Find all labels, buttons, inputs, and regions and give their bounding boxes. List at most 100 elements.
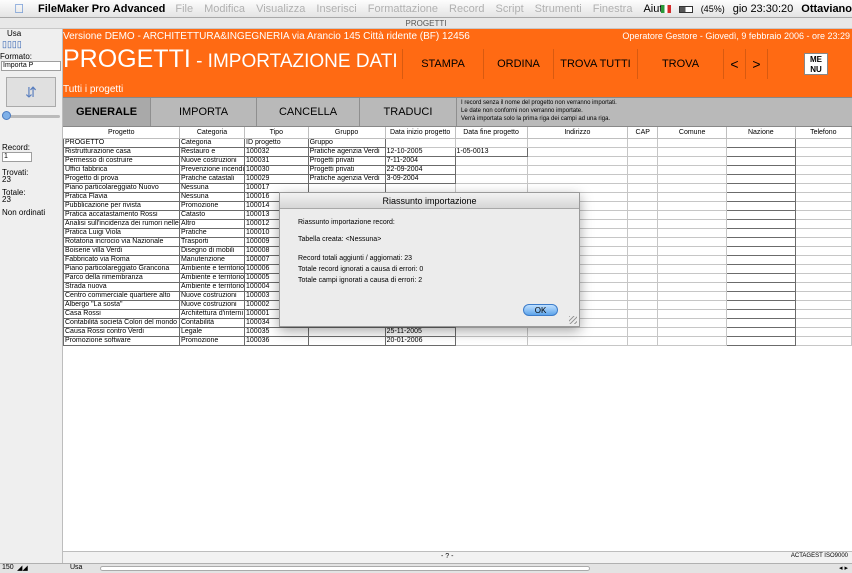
ordina-button[interactable]: ORDINA	[484, 49, 554, 79]
table-cell[interactable]	[657, 300, 727, 310]
table-cell[interactable]: Piano particolareggiato Nuovo	[63, 182, 180, 193]
records-table-area[interactable]: Progetto Categoria Tipo Gruppo Data inizio p…	[63, 127, 852, 551]
table-cell[interactable]: Prevenzione incendi	[178, 164, 246, 175]
table-cell[interactable]	[726, 137, 796, 148]
table-cell[interactable]: 1-05-0013	[454, 146, 528, 157]
table-cell[interactable]	[627, 318, 659, 328]
table-cell[interactable]: Ambiente e territorio	[178, 281, 246, 292]
table-cell[interactable]	[627, 255, 659, 265]
table-cell[interactable]	[657, 264, 727, 274]
table-cell[interactable]	[795, 291, 852, 301]
table-cell[interactable]	[385, 138, 456, 148]
column-header[interactable]: Gruppo	[308, 127, 386, 139]
table-cell[interactable]: Uffici fabbrica	[63, 164, 180, 175]
table-cell[interactable]	[657, 291, 727, 301]
table-row[interactable]: Causa Rossi contro Verdi Legale 100035 25-1…	[63, 326, 852, 337]
table-cell[interactable]	[795, 201, 852, 211]
table-cell[interactable]: 20-01-2006	[384, 335, 456, 346]
table-cell[interactable]: Progetti privati	[307, 164, 386, 175]
table-cell[interactable]	[627, 183, 659, 193]
zoom-icon[interactable]: ◢◢	[17, 564, 28, 572]
table-cell[interactable]: Promozione	[178, 200, 246, 211]
table-cell[interactable]: 7-11-2004	[384, 155, 456, 166]
table-cell[interactable]	[627, 165, 659, 175]
table-cell[interactable]: Pratiche catastali	[178, 173, 246, 184]
table-cell[interactable]: Altro	[178, 218, 246, 229]
table-cell[interactable]: Ristrutturazione casa	[63, 146, 180, 157]
table-cell[interactable]	[657, 210, 727, 220]
clock[interactable]: gio 23:30:20	[733, 3, 794, 15]
table-cell[interactable]: 100030	[244, 164, 309, 175]
table-cell[interactable]: 22-09-2004	[384, 164, 456, 175]
table-cell[interactable]: Promozione software	[63, 335, 180, 346]
table-cell[interactable]	[726, 191, 796, 202]
table-cell[interactable]: Analisi sull'incidenza dei rumori nelle	[63, 218, 180, 229]
table-cell[interactable]	[726, 326, 796, 337]
table-cell[interactable]	[795, 318, 852, 328]
table-cell[interactable]: Gruppo	[307, 137, 386, 148]
tab-importa[interactable]: IMPORTA	[151, 98, 257, 126]
table-cell[interactable]	[726, 182, 796, 193]
table-cell[interactable]	[726, 290, 796, 301]
table-cell[interactable]	[627, 210, 659, 220]
prev-record-button[interactable]: <	[724, 49, 746, 79]
table-cell[interactable]	[795, 327, 852, 337]
table-cell[interactable]: 100029	[244, 173, 309, 184]
table-cell[interactable]: 100036	[244, 335, 309, 346]
apple-menu-icon[interactable]: 	[0, 1, 38, 16]
table-row[interactable]: Uffici fabbrica Prevenzione incendi 100030…	[63, 164, 852, 175]
table-cell[interactable]	[627, 309, 659, 319]
user-name[interactable]: Ottaviano	[801, 3, 852, 15]
table-cell[interactable]: 100017	[244, 182, 309, 193]
table-cell[interactable]	[657, 156, 727, 166]
menu-inserisci[interactable]: Inserisci	[316, 3, 356, 15]
menu-button[interactable]: ME NU	[804, 53, 828, 75]
table-cell[interactable]	[657, 246, 727, 256]
table-cell[interactable]	[795, 336, 852, 346]
mode-indicator[interactable]: Usa	[70, 564, 82, 571]
menu-formattazione[interactable]: Formattazione	[368, 3, 438, 15]
trova-tutti-button[interactable]: TROVA TUTTI	[554, 49, 638, 79]
table-cell[interactable]	[527, 183, 629, 193]
slider-knob[interactable]	[2, 111, 11, 120]
table-cell[interactable]	[627, 138, 659, 148]
table-cell[interactable]	[726, 254, 796, 265]
table-cell[interactable]	[627, 246, 659, 256]
table-cell[interactable]: Categoria	[178, 137, 246, 148]
table-cell[interactable]	[726, 200, 796, 211]
table-cell[interactable]	[795, 147, 852, 157]
column-header[interactable]: Tipo	[244, 127, 309, 139]
table-cell[interactable]	[795, 219, 852, 229]
table-cell[interactable]: Pratica Flavia	[63, 191, 180, 202]
table-cell[interactable]	[527, 138, 629, 148]
table-cell[interactable]	[726, 227, 796, 238]
tools-icons[interactable]: ▯▯▯▯	[2, 39, 22, 50]
table-cell[interactable]: 3-09-2004	[384, 173, 456, 184]
table-cell[interactable]	[726, 218, 796, 229]
table-cell[interactable]: 100032	[244, 146, 309, 157]
table-cell[interactable]	[527, 165, 629, 175]
column-header[interactable]: Data inizio progetto	[385, 127, 456, 139]
table-cell[interactable]	[307, 326, 386, 337]
table-cell[interactable]	[627, 156, 659, 166]
table-cell[interactable]	[657, 174, 727, 184]
table-cell[interactable]	[657, 273, 727, 283]
table-cell[interactable]: Nessuna	[178, 191, 246, 202]
table-cell[interactable]: Architettura d'interni	[178, 308, 246, 319]
table-cell[interactable]: Nuove costruzioni	[178, 290, 246, 301]
table-cell[interactable]: Boiserie villa Verdi	[63, 245, 180, 256]
table-cell[interactable]: Trasporti	[178, 236, 246, 247]
table-cell[interactable]: Strada nuova	[63, 281, 180, 292]
table-cell[interactable]	[726, 146, 796, 157]
table-cell[interactable]: Nessuna	[178, 182, 246, 193]
menu-visualizza[interactable]: Visualizza	[256, 3, 305, 15]
table-cell[interactable]: Progetti privati	[307, 155, 386, 166]
table-cell[interactable]: Ambiente e territorio	[178, 263, 246, 274]
table-cell[interactable]: Disegno di mobili	[178, 245, 246, 256]
table-cell[interactable]	[627, 228, 659, 238]
column-header[interactable]: CAP	[627, 127, 659, 139]
table-cell[interactable]: Albergo "La sosta"	[63, 299, 180, 310]
table-cell[interactable]: Pubblicazione per rivista	[63, 200, 180, 211]
table-cell[interactable]: Casa Rossi	[63, 308, 180, 319]
table-cell[interactable]	[795, 246, 852, 256]
